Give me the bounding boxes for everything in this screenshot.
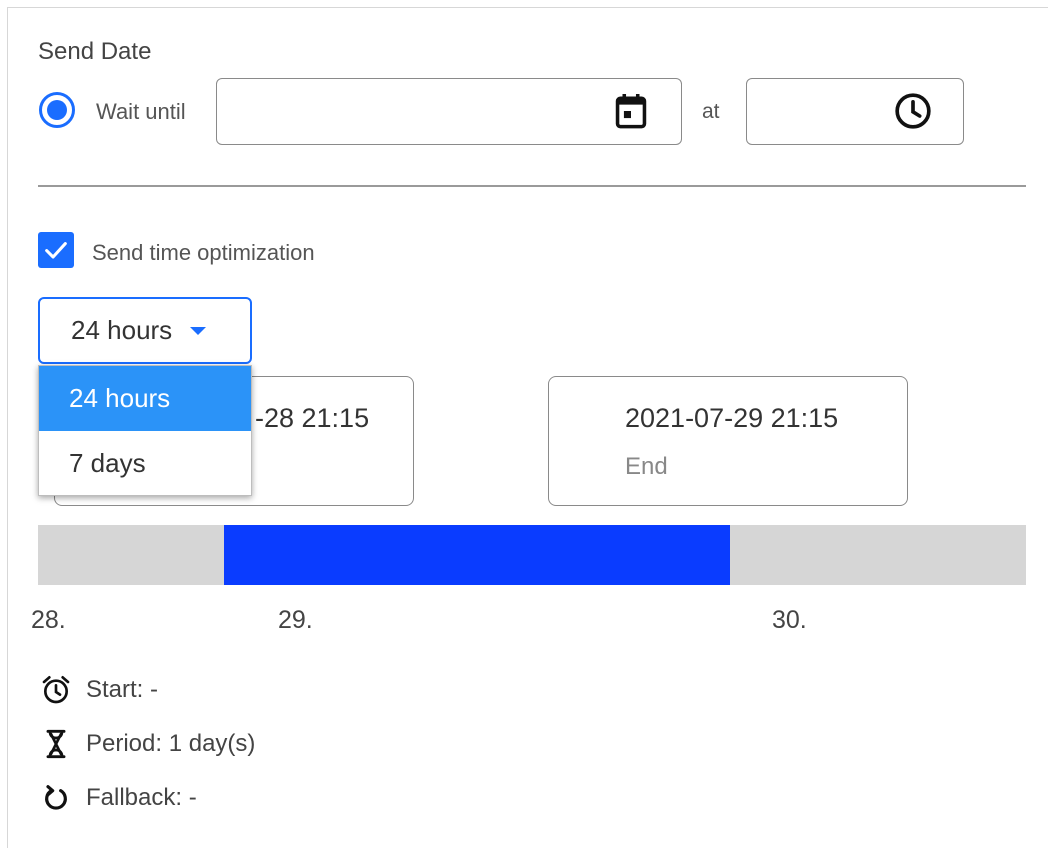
info-period-text: Period: 1 day(s) [86, 730, 256, 757]
timeline-tick-28: 28. [31, 606, 66, 634]
alarm-clock-icon [42, 676, 70, 704]
restart-icon [45, 785, 67, 810]
section-divider [38, 185, 1026, 187]
clock-icon[interactable] [893, 91, 933, 131]
end-date-card[interactable]: 2021-07-29 21:15 End [548, 376, 908, 506]
period-select-value: 24 hours [71, 315, 173, 345]
send-time-optimization-label: Send time optimization [92, 240, 315, 265]
wait-until-radio[interactable] [39, 92, 75, 128]
timeline-tick-30: 30. [772, 606, 807, 634]
dropdown-option-24-hours[interactable]: 24 hours [39, 366, 251, 431]
at-label: at [702, 100, 720, 123]
info-fallback-text: Fallback: - [86, 784, 197, 811]
end-date-label: End [625, 453, 668, 480]
timeline-track [38, 525, 1026, 585]
checkmark-icon [45, 242, 67, 259]
info-start-row: Start: - [40, 674, 158, 706]
radio-selected-dot [47, 100, 67, 120]
chevron-down-icon [190, 326, 207, 335]
period-dropdown-menu: 24 hours 7 days [38, 365, 252, 496]
wait-until-label: Wait until [96, 99, 186, 124]
section-title: Send Date [38, 38, 152, 65]
hourglass-icon [46, 729, 66, 759]
calendar-icon[interactable] [611, 91, 651, 131]
date-input[interactable] [216, 78, 682, 145]
timeline-tick-29: 29. [278, 606, 313, 634]
info-fallback-row: Fallback: - [40, 782, 197, 814]
info-start-text: Start: - [86, 676, 159, 703]
end-date-value: 2021-07-29 21:15 [625, 403, 839, 433]
period-select[interactable]: 24 hours [38, 297, 252, 364]
time-input[interactable] [746, 78, 964, 145]
start-date-value: -28 21:15 [255, 403, 370, 433]
send-time-optimization-checkbox[interactable] [38, 232, 74, 268]
timeline-window[interactable] [223, 525, 730, 585]
dropdown-option-7-days[interactable]: 7 days [39, 431, 251, 496]
info-period-row: Period: 1 day(s) [40, 728, 255, 760]
